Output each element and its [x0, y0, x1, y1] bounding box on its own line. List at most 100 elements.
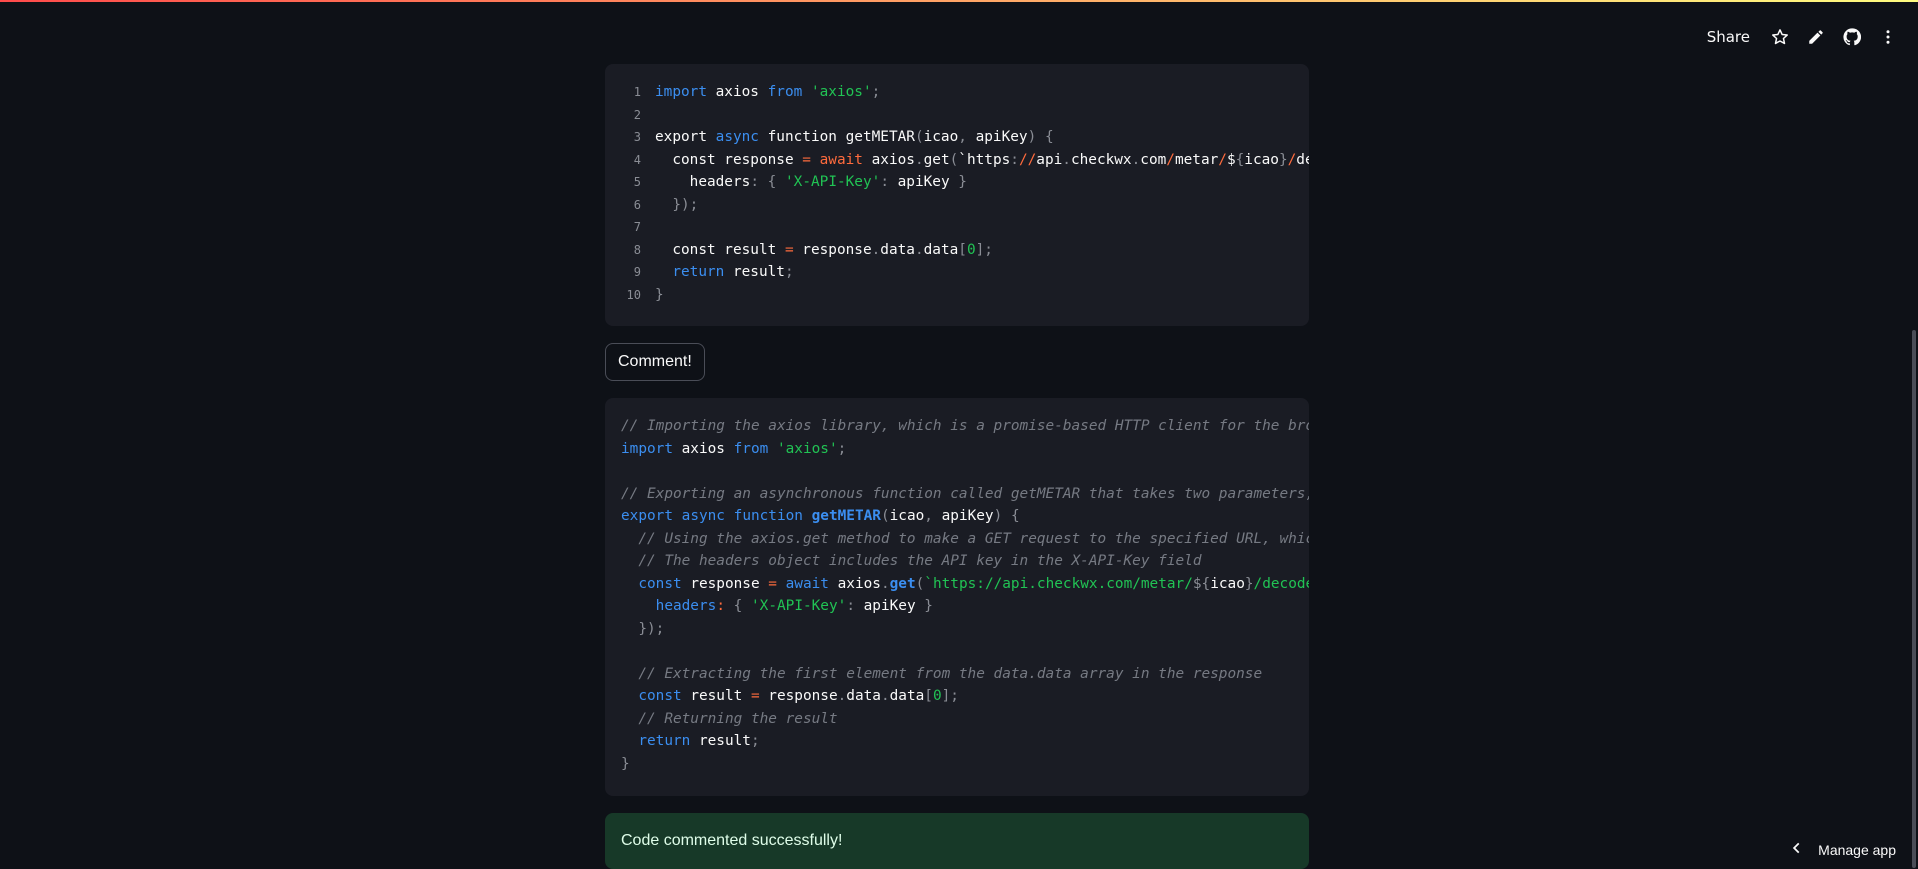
code-token: icao [890, 508, 925, 524]
success-alert: Code commented successfully! [605, 813, 1309, 869]
line-content [655, 104, 664, 127]
code-token: { [1236, 152, 1245, 168]
code-line: export async function getMETAR(icao, api… [621, 505, 1309, 528]
code-token: data [924, 242, 959, 258]
code-token: from [734, 441, 769, 457]
code-token: ) [1028, 129, 1037, 145]
code-token [811, 152, 820, 168]
code-token [803, 508, 812, 524]
share-button[interactable]: Share [1697, 24, 1760, 50]
code-line [621, 460, 1309, 483]
code-token: 'X-API-Key' [751, 598, 846, 614]
code-token [1036, 129, 1045, 145]
code-token: : [716, 598, 725, 614]
code-token: } [1279, 152, 1288, 168]
line-content: import axios from 'axios'; [655, 81, 880, 104]
code-token [655, 264, 672, 280]
code-token: from [768, 84, 803, 100]
code-token: ; [751, 733, 760, 749]
code-token: icao [924, 129, 959, 145]
code-token [777, 576, 786, 592]
pencil-icon[interactable] [1800, 22, 1832, 52]
line-content: export async function getMETAR(icao, api… [655, 126, 1054, 149]
star-icon[interactable] [1764, 22, 1796, 52]
code-token: . [1132, 152, 1141, 168]
code-token: import [621, 441, 673, 457]
code-token: // Exporting an asynchronous function ca… [621, 486, 1309, 502]
code-token: : [880, 174, 889, 190]
header-decoration-bar [0, 0, 1918, 2]
code-line: const result = response.data.data[0]; [621, 685, 1309, 708]
code-token: metar [1175, 152, 1218, 168]
code-token: = [751, 688, 760, 704]
code-token: async [716, 129, 759, 145]
more-vertical-icon[interactable] [1872, 22, 1904, 52]
code-token: await [820, 152, 863, 168]
code-token: import [655, 84, 707, 100]
code-token [621, 688, 638, 704]
code-token [725, 598, 734, 614]
code-token: ]; [976, 242, 993, 258]
github-icon[interactable] [1836, 22, 1868, 52]
code-token: checkwx [1071, 152, 1132, 168]
code-token: 'axios' [777, 441, 838, 457]
toolbar: Share [1697, 22, 1904, 52]
code-token: return [672, 264, 724, 280]
code-token: ) [994, 508, 1003, 524]
code-token: result [690, 733, 751, 749]
code-token: ( [950, 152, 959, 168]
line-number: 4 [605, 149, 655, 172]
code-token: / [1288, 152, 1297, 168]
code-token: ; [838, 441, 847, 457]
line-content: const result = response.data.data[0]; [655, 239, 993, 262]
code-token: axios [707, 84, 768, 100]
code-token: apiKey [967, 129, 1028, 145]
code-line: import axios from 'axios'; [621, 438, 1309, 461]
code-token: ( [881, 508, 890, 524]
code-line: const response = await axios.get(`https:… [621, 573, 1309, 596]
code-token: response [682, 576, 769, 592]
page-scrollbar[interactable] [1912, 330, 1916, 868]
code-token: `https [958, 152, 1010, 168]
code-token: . [915, 152, 924, 168]
commented-code: // Importing the axios library, which is… [605, 398, 1309, 775]
code-token: /decoded` [1254, 576, 1309, 592]
code-token: const response [655, 152, 802, 168]
code-token: . [881, 576, 890, 592]
code-line: return result; [621, 730, 1309, 753]
code-token: ${ [1193, 576, 1210, 592]
original-code: 1import axios from 'axios';2 3export asy… [605, 64, 1309, 306]
line-content: headers: { 'X-API-Key': apiKey } [655, 171, 967, 194]
code-token: api [1036, 152, 1062, 168]
code-token: }); [672, 197, 698, 213]
code-token: ]; [942, 688, 959, 704]
code-token: export [621, 508, 673, 524]
line-number: 6 [605, 194, 655, 217]
code-token: . [838, 688, 847, 704]
code-token: } [655, 287, 664, 303]
code-token: decoded` [1296, 152, 1309, 168]
comment-button[interactable]: Comment! [605, 343, 705, 381]
code-line [621, 640, 1309, 663]
code-token: // Returning the result [621, 711, 838, 727]
code-line: } [621, 753, 1309, 776]
code-token: . [881, 688, 890, 704]
chevron-left-icon [1790, 841, 1804, 858]
code-token: // [1019, 152, 1036, 168]
code-token: axios [673, 441, 734, 457]
code-token: icao [1210, 576, 1245, 592]
line-number: 2 [605, 104, 655, 127]
manage-app-button[interactable]: Manage app [1790, 841, 1896, 858]
code-token: = [802, 152, 811, 168]
code-token: const [638, 576, 681, 592]
code-token: 0 [967, 242, 976, 258]
manage-app-label: Manage app [1818, 842, 1896, 858]
code-token: : [750, 174, 759, 190]
code-token: ( [915, 129, 924, 145]
code-token: . [872, 242, 881, 258]
code-token: , [924, 508, 933, 524]
success-message: Code commented successfully! [621, 832, 842, 850]
code-token: apiKey [933, 508, 994, 524]
code-token: / [1166, 152, 1175, 168]
code-line: 1import axios from 'axios'; [605, 81, 1309, 104]
